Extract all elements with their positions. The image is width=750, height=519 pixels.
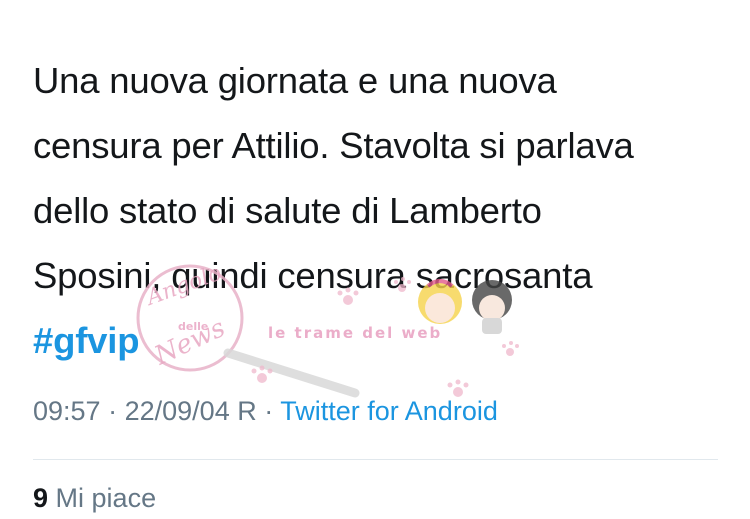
- tweet-line-1: Una nuova giornata e una nuova: [33, 60, 557, 101]
- meta-separator-2: ·: [264, 396, 274, 426]
- tweet-line-3: dello stato di salute di Lamberto: [33, 190, 542, 231]
- tweet-text: Una nuova giornata e una nuova censura p…: [33, 48, 723, 373]
- tweet-date: 22/09/04 R: [124, 396, 257, 426]
- hashtag-link[interactable]: #gfvip: [33, 308, 723, 373]
- tweet-meta: 09:57 · 22/09/04 R · Twitter for Android: [33, 396, 498, 427]
- tweet-stats[interactable]: 9 Mi piace: [33, 483, 156, 514]
- likes-count: 9: [33, 483, 49, 513]
- meta-separator-1: ·: [108, 396, 118, 426]
- divider: [33, 459, 718, 460]
- tweet-line-4: Sposini, quindi censura sacrosanta: [33, 255, 593, 296]
- tweet-source-link[interactable]: Twitter for Android: [280, 396, 498, 426]
- likes-label: Mi piace: [55, 483, 157, 513]
- tweet-time: 09:57: [33, 396, 101, 426]
- tweet-line-2: censura per Attilio. Stavolta si parlava: [33, 125, 634, 166]
